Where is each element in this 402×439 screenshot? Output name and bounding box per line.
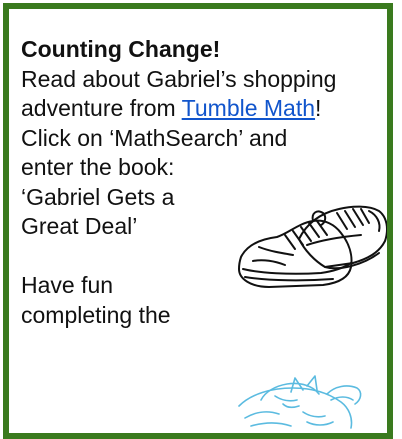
tumble-math-link[interactable]: Tumble Math [182, 95, 315, 121]
text-line-1: Read about Gabriel’s shopping [21, 65, 337, 92]
sneakers-illustration [238, 205, 387, 288]
text-line-3: Click on ‘MathSearch’ and [21, 124, 288, 151]
card-title: Counting Change! [21, 36, 221, 62]
text-line-8: completing the [21, 301, 171, 328]
card-frame: Counting Change! Read about Gabriel’s sh… [3, 3, 393, 439]
blue-sketch-illustration [238, 375, 362, 429]
text-line-2: adventure from Tumble Math! [21, 94, 387, 124]
text-line-4: enter the book: [21, 154, 175, 180]
text-line-2-end: ! [315, 95, 322, 121]
text-line-2-start: adventure from [21, 95, 182, 121]
